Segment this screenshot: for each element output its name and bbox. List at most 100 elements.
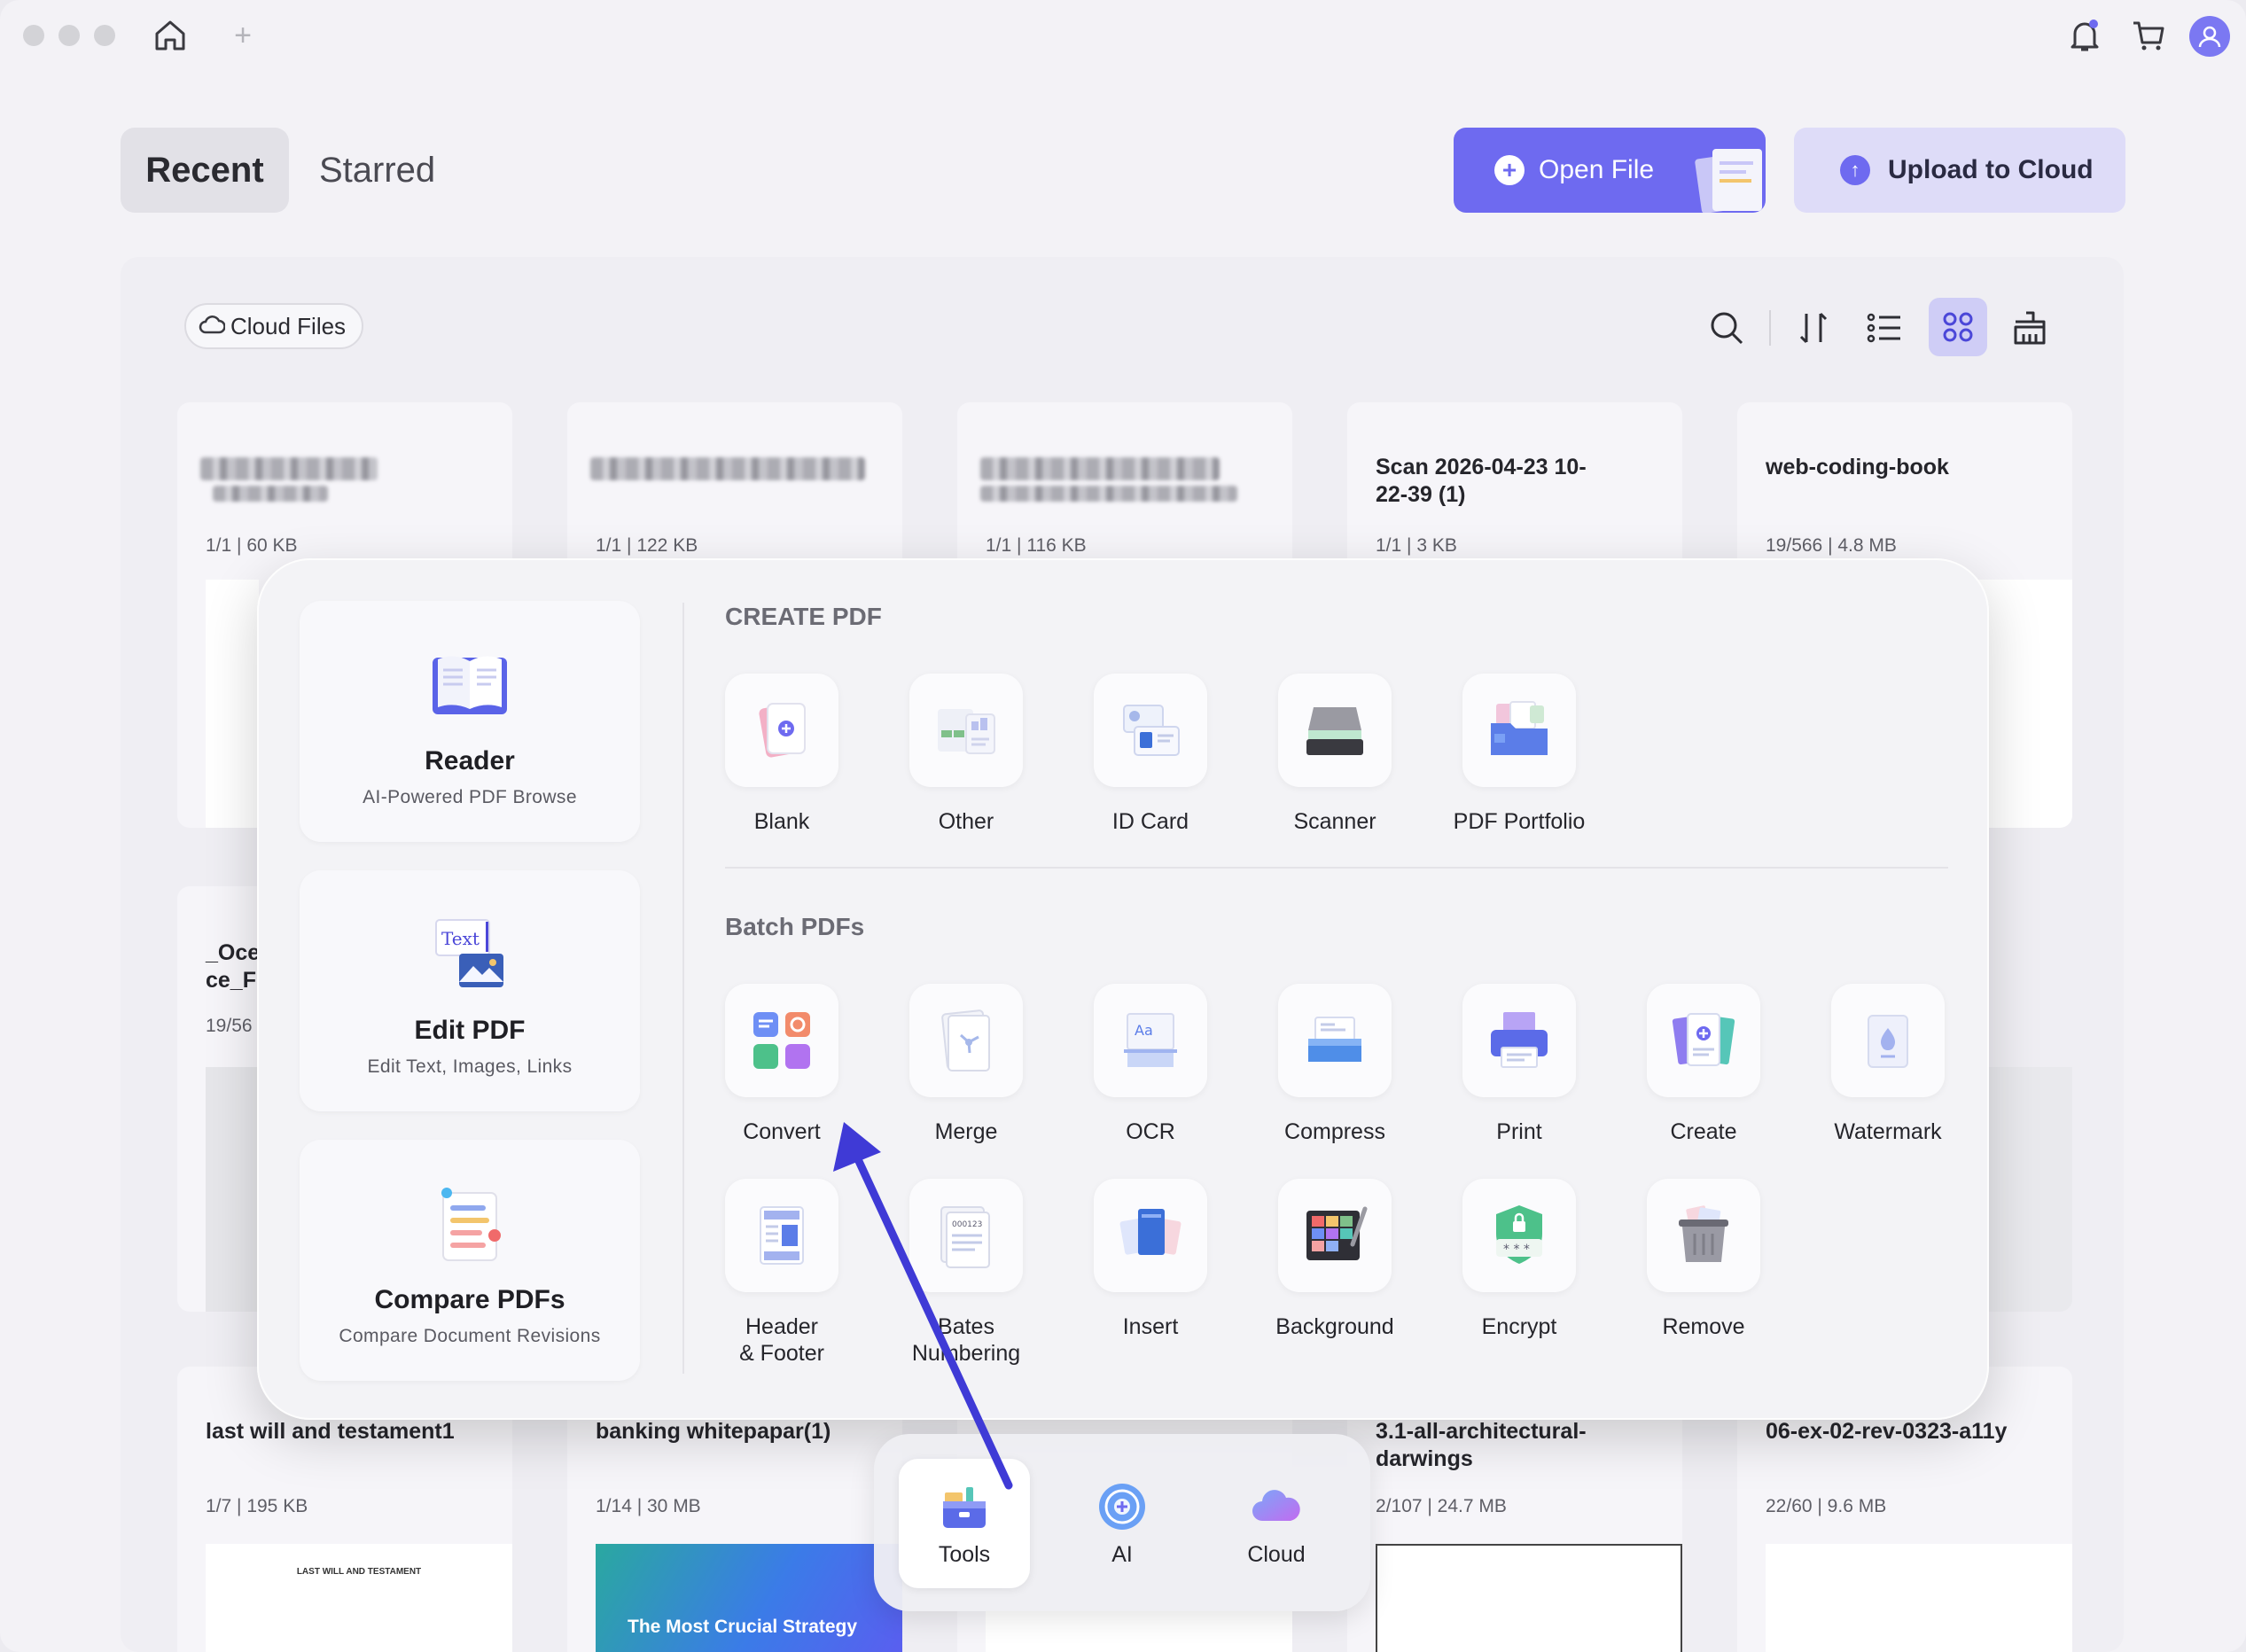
tool-label: Watermark bbox=[1834, 1119, 1942, 1144]
cloud-files-filter[interactable]: Cloud Files bbox=[184, 303, 364, 349]
tool-label: Scanner bbox=[1293, 809, 1376, 834]
merge-tool[interactable]: Merge bbox=[877, 984, 1055, 1145]
tab-recent[interactable]: Recent bbox=[121, 128, 289, 213]
tool-label: Print bbox=[1496, 1119, 1542, 1144]
grid-view-icon[interactable] bbox=[1929, 298, 1987, 356]
file-meta: 1/1 | 60 KB bbox=[206, 535, 298, 556]
document-stack-icon bbox=[1695, 149, 1762, 213]
dock-cloud-button[interactable]: Cloud bbox=[1211, 1459, 1342, 1588]
scanner-tool[interactable]: Scanner bbox=[1246, 674, 1423, 835]
title-bar: + bbox=[0, 0, 2246, 71]
portfolio-folder-icon bbox=[1491, 701, 1548, 755]
plus-icon: + bbox=[1494, 155, 1525, 185]
svg-text:Text: Text bbox=[441, 928, 480, 949]
encrypt-tool[interactable]: * * * Encrypt bbox=[1431, 1179, 1608, 1340]
file-title: last will and testament1 bbox=[206, 1419, 455, 1444]
open-file-button[interactable]: + Open File bbox=[1454, 128, 1766, 213]
dock-tools-button[interactable]: Tools bbox=[899, 1459, 1030, 1588]
tool-label: Blank bbox=[753, 809, 810, 834]
zoom-window-button[interactable] bbox=[94, 25, 115, 46]
feature-title: Reader bbox=[425, 746, 515, 775]
tool-label: Merge bbox=[934, 1119, 998, 1144]
cloud-icon bbox=[1252, 1489, 1300, 1521]
dock-label: Cloud bbox=[1247, 1541, 1306, 1567]
divider bbox=[725, 867, 1948, 869]
file-title: 06-ex-02-rev-0323-a11y bbox=[1766, 1419, 2008, 1444]
print-tool[interactable]: Print bbox=[1431, 984, 1608, 1145]
tool-label: Insert bbox=[1122, 1314, 1179, 1339]
header-footer-icon bbox=[760, 1206, 804, 1265]
tool-label: Other bbox=[938, 809, 994, 834]
edit-pdf-feature-card[interactable]: Text Edit PDF Edit Text, Images, Links bbox=[300, 870, 640, 1111]
create-pdf-section-title: CREATE PDF bbox=[725, 603, 882, 630]
trash-bin-icon bbox=[1679, 1205, 1728, 1262]
tool-label: Compress bbox=[1284, 1119, 1385, 1144]
home-icon[interactable] bbox=[149, 16, 191, 55]
file-meta: 1/1 | 116 KB bbox=[986, 535, 1087, 556]
convert-tool[interactable]: Convert bbox=[693, 984, 870, 1145]
toolbox-icon bbox=[943, 1486, 986, 1528]
insert-tool[interactable]: Insert bbox=[1062, 1179, 1239, 1340]
insert-pages-icon bbox=[1119, 1209, 1181, 1255]
cloud-icon bbox=[199, 313, 226, 340]
compress-tool[interactable]: Compress bbox=[1246, 984, 1423, 1145]
dock-label: Tools bbox=[938, 1541, 991, 1567]
id-card-icon bbox=[1123, 705, 1180, 756]
watermark-tool[interactable]: Watermark bbox=[1799, 984, 1977, 1145]
shield-lock-icon: * * * bbox=[1496, 1205, 1542, 1264]
bell-icon[interactable] bbox=[2065, 16, 2104, 55]
tools-popup: Reader AI-Powered PDF Browse Text Edit P… bbox=[257, 558, 1989, 1420]
id-card-tool[interactable]: ID Card bbox=[1062, 674, 1239, 835]
tool-label: Bates Numbering bbox=[911, 1314, 1021, 1366]
sort-icon[interactable] bbox=[1787, 301, 1840, 355]
ocr-tool[interactable]: Aa OCR bbox=[1062, 984, 1239, 1145]
file-thumbnail bbox=[206, 580, 259, 828]
header-footer-tool[interactable]: Header & Footer bbox=[693, 1179, 870, 1367]
background-tool[interactable]: Background bbox=[1246, 1179, 1423, 1340]
close-window-button[interactable] bbox=[23, 25, 44, 46]
file-meta: 1/1 | 122 KB bbox=[596, 535, 698, 556]
minimize-window-button[interactable] bbox=[58, 25, 80, 46]
blank-tool[interactable]: Blank bbox=[693, 674, 870, 835]
clean-icon[interactable] bbox=[2003, 301, 2056, 355]
blank-page-icon bbox=[759, 703, 806, 758]
file-thumbnail bbox=[1376, 1544, 1682, 1652]
feature-subtitle: Compare Document Revisions bbox=[339, 1326, 601, 1346]
search-icon[interactable] bbox=[1700, 301, 1753, 355]
new-tab-plus-icon[interactable]: + bbox=[227, 19, 259, 52]
compare-documents-icon bbox=[441, 1188, 501, 1261]
tab-starred[interactable]: Starred bbox=[319, 128, 435, 213]
merge-icon bbox=[941, 1009, 990, 1071]
dock-ai-button[interactable]: AI bbox=[1057, 1459, 1188, 1588]
bates-numbering-tool[interactable]: 000123 Bates Numbering bbox=[877, 1179, 1055, 1367]
app-window: + Recent Starred + Open File ↑ Upload to… bbox=[0, 0, 2246, 1652]
create-batch-icon bbox=[1672, 1013, 1735, 1066]
user-avatar-icon[interactable] bbox=[2189, 16, 2230, 57]
pdf-portfolio-tool[interactable]: PDF Portfolio bbox=[1431, 674, 1608, 835]
tool-label: Remove bbox=[1662, 1314, 1745, 1339]
dock-label: AI bbox=[1111, 1541, 1133, 1567]
file-title: Scan 2026-04-23 10-22-39 (1) bbox=[1376, 455, 1587, 507]
feature-title: Compare PDFs bbox=[374, 1285, 565, 1314]
cloud-files-label: Cloud Files bbox=[230, 312, 347, 339]
cart-icon[interactable] bbox=[2129, 16, 2168, 55]
other-files-icon bbox=[938, 709, 995, 754]
file-thumbnail: LAST WILL AND TESTAMENT bbox=[206, 1544, 512, 1652]
thumbnail-text: The Most Crucial Strategy bbox=[628, 1617, 858, 1637]
file-meta: 1/1 | 3 KB bbox=[1376, 535, 1457, 556]
file-thumbnail bbox=[1766, 1544, 2072, 1652]
tool-label: OCR bbox=[1126, 1119, 1175, 1144]
batch-pdfs-section-title: Batch PDFs bbox=[725, 913, 865, 940]
file-meta: 2/107 | 24.7 MB bbox=[1376, 1496, 1507, 1516]
compare-pdfs-feature-card[interactable]: Compare PDFs Compare Document Revisions bbox=[300, 1140, 640, 1381]
other-tool[interactable]: Other bbox=[877, 674, 1055, 835]
create-tool[interactable]: Create bbox=[1615, 984, 1792, 1145]
reader-feature-card[interactable]: Reader AI-Powered PDF Browse bbox=[300, 601, 640, 842]
upload-arrow-icon: ↑ bbox=[1840, 155, 1870, 185]
list-view-icon[interactable] bbox=[1858, 301, 1911, 355]
tool-label: ID Card bbox=[1111, 809, 1189, 834]
remove-tool[interactable]: Remove bbox=[1615, 1179, 1792, 1340]
feature-subtitle: Edit Text, Images, Links bbox=[367, 1056, 573, 1077]
upload-to-cloud-button[interactable]: ↑ Upload to Cloud bbox=[1794, 128, 2125, 213]
file-meta: 19/56 bbox=[206, 1016, 253, 1036]
